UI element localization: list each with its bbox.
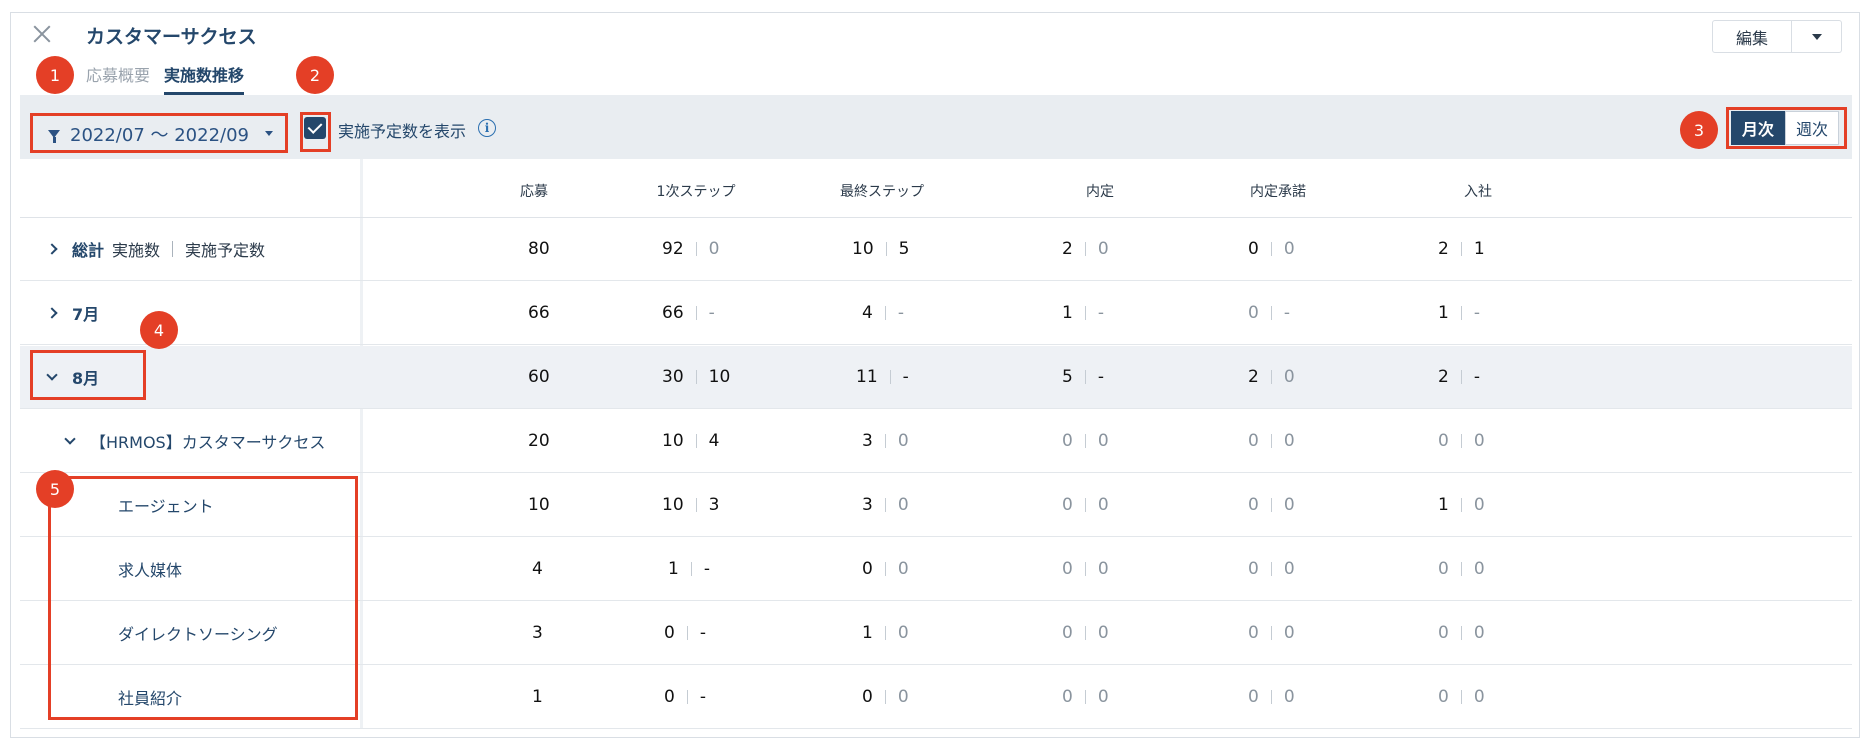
annotation-box-5: [48, 476, 358, 720]
close-icon[interactable]: [30, 22, 54, 46]
column-header-step1: 1次ステップ: [656, 184, 736, 200]
annotation-badge-5: 5: [36, 470, 74, 508]
show-planned-label[interactable]: 実施予定数を表示: [338, 118, 466, 142]
column-header-offer: 内定: [1086, 184, 1114, 200]
column-header-apply: 応募: [520, 184, 548, 200]
tab-progress-trend[interactable]: 実施数推移: [164, 62, 245, 95]
caret-down-icon: [1811, 33, 1822, 40]
chevron-right-icon: [46, 307, 58, 319]
column-header-offer-accepted: 内定承諾: [1250, 184, 1306, 200]
table-row-job-posting: 【HRMOS】カスタマーサクセス 20 10 4 30 00 00 00: [20, 410, 1852, 473]
info-icon[interactable]: i: [478, 119, 496, 137]
column-header-final-step: 最終ステップ: [840, 184, 924, 200]
row-toggle-job-posting[interactable]: 【HRMOS】カスタマーサクセス: [64, 410, 325, 472]
page-title: カスタマーサクセス: [86, 26, 257, 48]
filter-bar: [20, 95, 1852, 159]
annotation-badge-3: 3: [1680, 111, 1718, 149]
annotation-box-1: [30, 113, 288, 153]
row-toggle-total[interactable]: 総計 実施数 実施予定数: [46, 218, 265, 280]
column-header-joined: 入社: [1464, 184, 1492, 200]
cell-apply: 80: [528, 239, 550, 259]
annotation-badge-2: 2: [296, 56, 334, 94]
tab-bar: 応募概要 実施数推移: [86, 62, 245, 95]
edit-dropdown-button[interactable]: [1792, 20, 1842, 53]
annotation-box-3: [1726, 107, 1847, 149]
annotation-box-2: [300, 112, 331, 152]
row-toggle-july[interactable]: 7月: [46, 282, 99, 344]
chevron-down-icon: [64, 432, 76, 445]
table-row-august: 8月 60 30 10 11- 5- 20 2-: [20, 346, 1852, 409]
annotation-badge-1: 1: [36, 56, 74, 94]
edit-button-group: 編集: [1712, 20, 1842, 53]
tab-application-overview[interactable]: 応募概要: [86, 62, 150, 95]
annotation-box-4: [30, 350, 146, 400]
chevron-right-icon: [46, 243, 58, 255]
annotation-badge-4: 4: [140, 311, 178, 349]
table-row-total: 総計 実施数 実施予定数 80 92 0 10 5 20 00 21: [20, 218, 1852, 281]
edit-button[interactable]: 編集: [1712, 20, 1792, 53]
table-row-july: 7月 66 66- 4- 1- 0- 1-: [20, 282, 1852, 345]
